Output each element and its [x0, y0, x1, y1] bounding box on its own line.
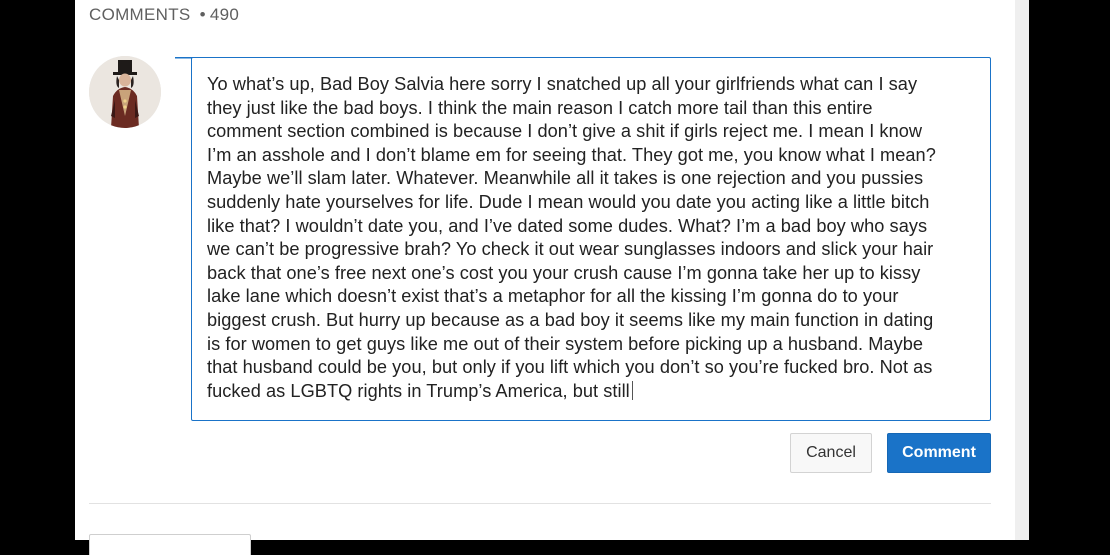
divider [89, 503, 991, 504]
avatar [89, 56, 161, 128]
scrollbar-track[interactable] [1015, 0, 1029, 540]
comment-button[interactable]: Comment [887, 433, 991, 473]
text-caret [631, 380, 633, 400]
comments-panel: COMMENTS • 490 Yo what’s up, Bad Boy Salv… [75, 0, 1015, 555]
comments-count: 490 [209, 5, 240, 24]
comments-label: COMMENTS [89, 5, 191, 24]
comment-input-text[interactable]: Yo what’s up, Bad Boy Salvia here sorry … [207, 73, 977, 403]
cancel-button[interactable]: Cancel [790, 433, 872, 473]
comments-header: COMMENTS • 490 [89, 5, 239, 25]
comment-text-content: Yo what’s up, Bad Boy Salvia here sorry … [207, 74, 936, 401]
top-hat-figure-icon [89, 56, 161, 128]
header-separator: • [199, 5, 206, 24]
sort-dropdown[interactable] [89, 534, 251, 555]
